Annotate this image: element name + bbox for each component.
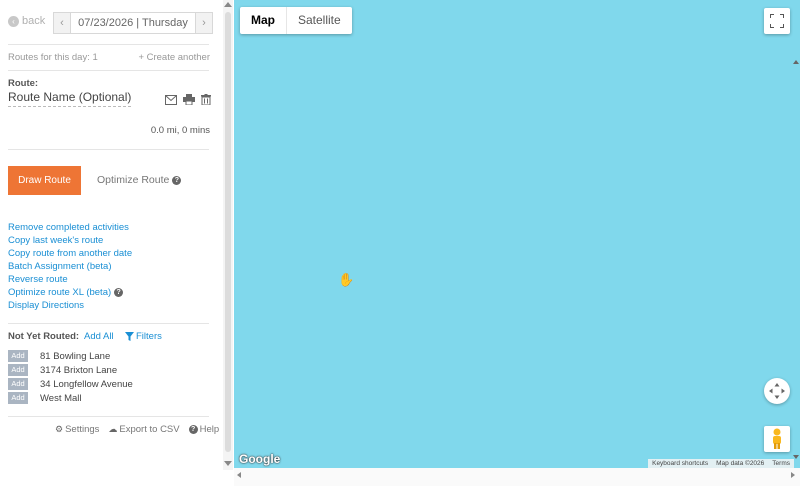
app-root: ‹ back ‹ 07/23/2026 | Thursday › Routes …: [0, 0, 800, 486]
email-icon[interactable]: [165, 92, 177, 105]
export-csv-link[interactable]: ☁ Export to CSV: [108, 424, 179, 435]
map-scrollbar[interactable]: [792, 0, 800, 468]
add-button[interactable]: Add: [8, 378, 28, 390]
filter-icon: [125, 332, 134, 341]
route-label: Route:: [8, 78, 39, 89]
add-all-link[interactable]: Add All: [84, 331, 114, 342]
display-directions-link[interactable]: Display Directions: [8, 299, 132, 312]
divider: [8, 44, 209, 45]
map-type-control: Map Satellite: [240, 7, 352, 34]
map-data-text: Map data ©2026: [716, 460, 765, 467]
pan-control-button[interactable]: [764, 378, 790, 404]
print-icon[interactable]: [183, 92, 195, 106]
hand-cursor-icon: ✋: [338, 272, 355, 287]
back-label: back: [22, 15, 46, 27]
list-item: Add 81 Bowling Lane: [8, 349, 133, 363]
map-canvas[interactable]: Map Satellite ✋ Google Keyboard shortcut…: [234, 0, 800, 468]
scrollbar-thumb[interactable]: [225, 12, 231, 452]
route-distance: 0.0 mi, 0 mins: [150, 125, 210, 136]
optimize-route-button[interactable]: Optimize Route ?: [97, 174, 182, 186]
remove-completed-link[interactable]: Remove completed activities: [8, 221, 132, 234]
trash-icon[interactable]: [201, 92, 213, 106]
batch-assignment-link[interactable]: Batch Assignment (beta): [8, 260, 132, 273]
help-link[interactable]: ? Help: [188, 424, 220, 435]
settings-link[interactable]: ⚙ Settings: [55, 424, 99, 435]
add-button[interactable]: Add: [8, 392, 28, 404]
address-text: 3174 Brixton Lane: [40, 364, 118, 376]
address-text: 34 Longfellow Avenue: [40, 378, 133, 390]
optimize-xl-link[interactable]: Optimize route XL (beta) ?: [8, 286, 132, 299]
filters-link[interactable]: Filters: [125, 331, 162, 342]
previous-day-button[interactable]: ‹: [54, 13, 70, 33]
optimize-route-label: Optimize Route: [97, 174, 170, 186]
route-name-field[interactable]: Route Name (Optional): [8, 90, 132, 107]
list-item: Add 34 Longfellow Avenue: [8, 377, 133, 391]
help-icon[interactable]: ?: [114, 288, 124, 297]
route-icons: [165, 92, 213, 106]
optimize-xl-label: Optimize route XL (beta): [8, 287, 112, 298]
help-icon: ?: [188, 425, 198, 434]
routes-count: Routes for this day: 1: [8, 52, 98, 63]
map-attribution: Keyboard shortcuts Map data ©2026 Terms: [648, 459, 794, 468]
settings-label: Settings: [65, 424, 100, 435]
fullscreen-icon: [770, 14, 784, 28]
add-button[interactable]: Add: [8, 364, 28, 376]
scroll-up-icon[interactable]: [224, 2, 232, 7]
divider: [8, 70, 209, 71]
date-display[interactable]: 07/23/2026 | Thursday: [70, 13, 196, 33]
scroll-down-icon[interactable]: [224, 461, 232, 466]
create-another-link[interactable]: + Create another: [138, 52, 210, 63]
street-view-pegman-button[interactable]: [764, 426, 790, 452]
map-type-satellite-button[interactable]: Satellite: [287, 7, 352, 34]
help-icon[interactable]: ?: [172, 175, 182, 185]
sidebar-scrollbar[interactable]: [223, 0, 233, 470]
reverse-route-link[interactable]: Reverse route: [8, 273, 132, 286]
cloud-download-icon: ☁: [108, 424, 118, 434]
map-type-map-button[interactable]: Map: [240, 7, 287, 34]
divider: [8, 323, 209, 324]
list-item: Add 3174 Brixton Lane: [8, 363, 133, 377]
filters-label: Filters: [136, 331, 162, 342]
sidebar: ‹ back ‹ 07/23/2026 | Thursday › Routes …: [0, 0, 222, 470]
scroll-left-icon[interactable]: [237, 472, 241, 478]
address-text: West Mall: [40, 392, 82, 404]
next-day-button[interactable]: ›: [196, 13, 212, 33]
date-navigation: ‹ back ‹ 07/23/2026 | Thursday ›: [8, 12, 213, 36]
copy-from-date-link[interactable]: Copy route from another date: [8, 247, 132, 260]
copy-last-week-link[interactable]: Copy last week's route: [8, 234, 132, 247]
sidebar-footer: ⚙ Settings ☁ Export to CSV ? Help: [55, 424, 219, 435]
compass-icon: [769, 383, 785, 399]
gear-icon: ⚙: [55, 424, 64, 434]
map-horizontal-scrollbar[interactable]: [234, 468, 800, 486]
keyboard-shortcuts-link[interactable]: Keyboard shortcuts: [648, 459, 712, 468]
not-routed-label: Not Yet Routed:: [8, 331, 80, 342]
address-text: 81 Bowling Lane: [40, 350, 111, 362]
date-picker: ‹ 07/23/2026 | Thursday ›: [53, 12, 213, 34]
pegman-icon: [773, 428, 781, 449]
not-routed-header: Not Yet Routed: Add All Filters: [8, 331, 213, 343]
scroll-right-icon[interactable]: [791, 472, 795, 478]
google-logo[interactable]: Google: [239, 452, 280, 466]
draw-route-button[interactable]: Draw Route: [8, 166, 81, 195]
help-label: Help: [199, 424, 220, 435]
add-button[interactable]: Add: [8, 350, 28, 362]
route-actions-list: Remove completed activities Copy last we…: [8, 221, 132, 312]
export-label: Export to CSV: [119, 424, 180, 435]
unrouted-list: Add 81 Bowling Lane Add 3174 Brixton Lan…: [8, 349, 133, 405]
divider: [8, 416, 209, 417]
back-arrow-icon: ‹: [8, 15, 19, 27]
back-button[interactable]: ‹ back: [8, 15, 45, 27]
divider: [8, 149, 209, 150]
scroll-up-icon[interactable]: [793, 60, 799, 64]
fullscreen-button[interactable]: [764, 8, 790, 34]
list-item: Add West Mall: [8, 391, 133, 405]
terms-link[interactable]: Terms: [768, 459, 794, 468]
